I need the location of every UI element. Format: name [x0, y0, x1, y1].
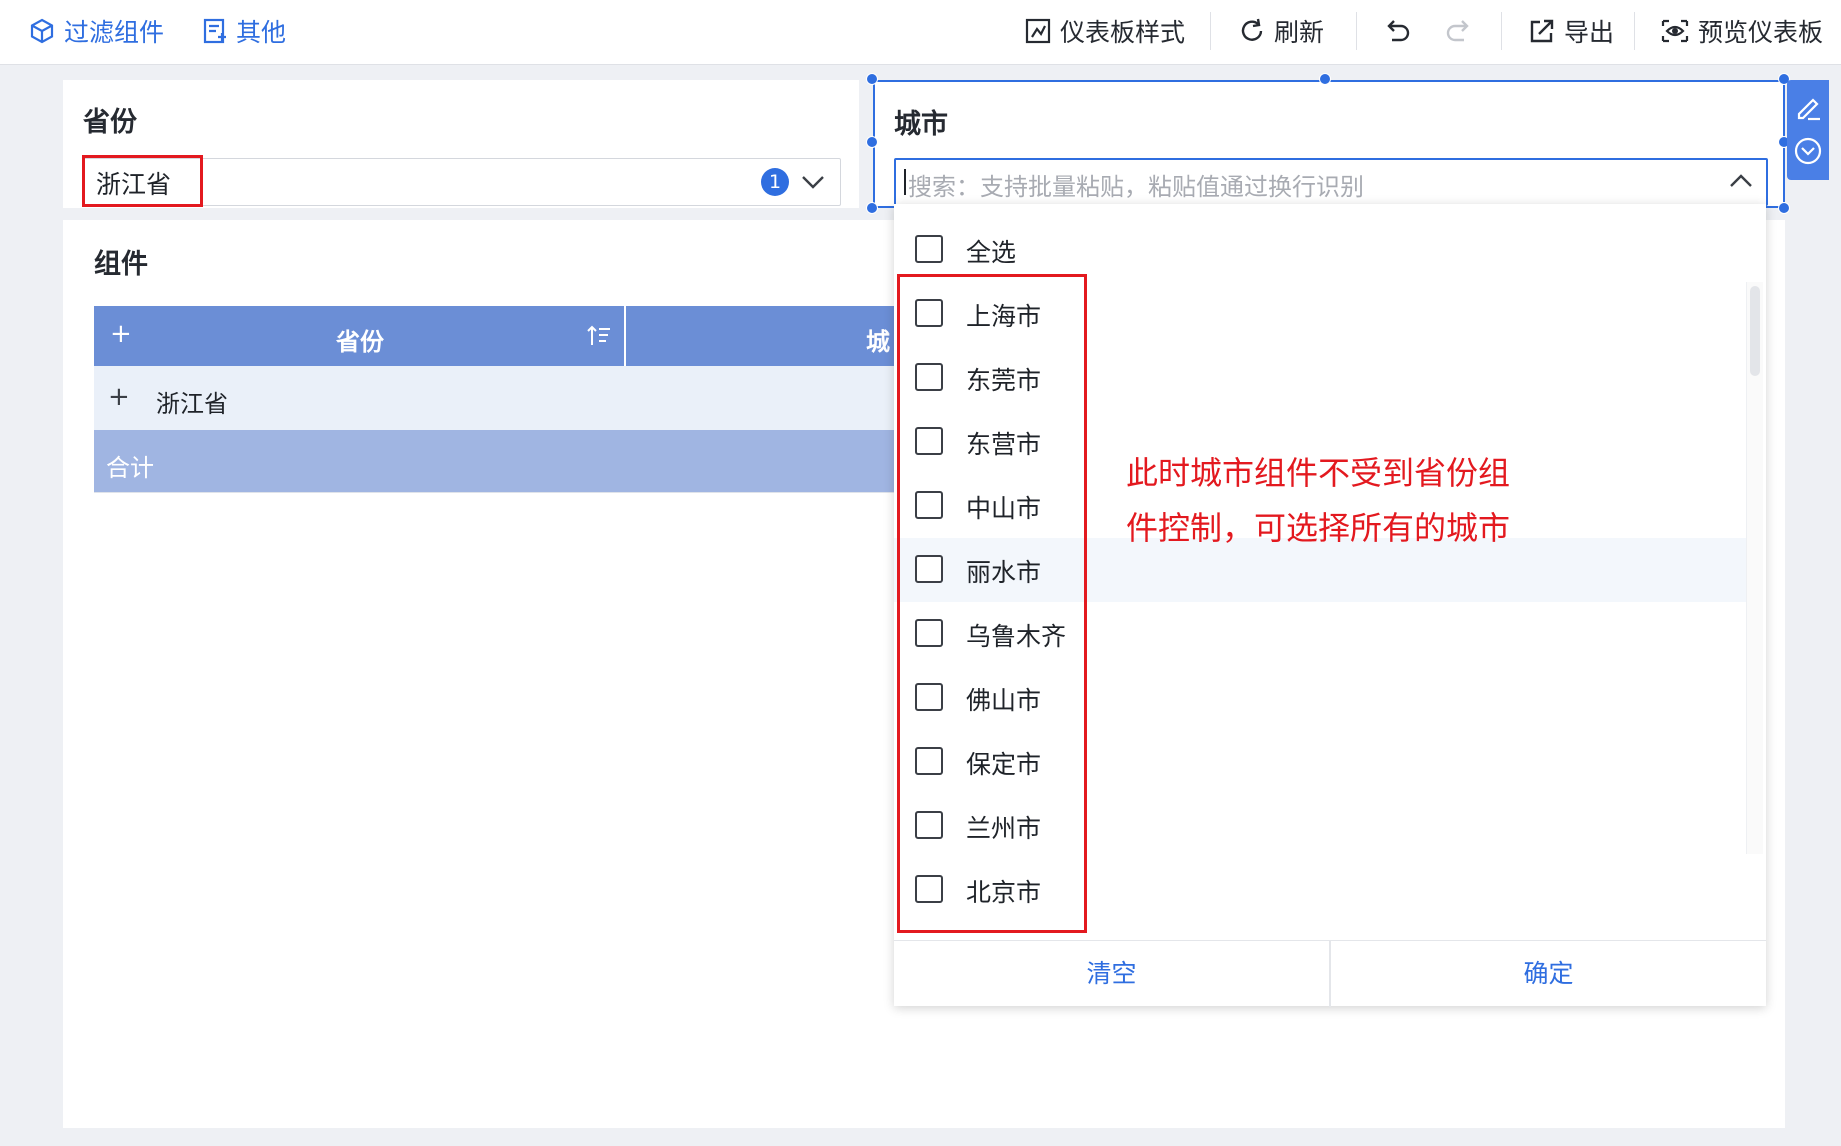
selected-count-badge: 1 [761, 168, 789, 196]
table-bottom-border [94, 492, 958, 493]
dashboard-style-label: 仪表板样式 [1060, 18, 1186, 47]
resize-handle[interactable] [866, 136, 878, 148]
highlight-box [897, 274, 1087, 933]
table-header-province[interactable]: + 省份 [94, 306, 624, 366]
edit-icon[interactable] [1793, 92, 1823, 122]
annotation-text: 此时城市组件不受到省份组 件控制，可选择所有的城市 [1126, 446, 1526, 556]
refresh-icon [1241, 18, 1263, 41]
style-icon [1025, 18, 1051, 44]
total-label: 合计 [106, 454, 154, 482]
resize-handle[interactable] [866, 73, 878, 85]
redo-button[interactable] [1444, 14, 1474, 48]
dropdown-scrollbar[interactable] [1746, 282, 1763, 854]
dashboard-style-button[interactable]: 仪表板样式 [1024, 14, 1185, 48]
resize-handle[interactable] [1319, 73, 1331, 85]
table-total-row: 合计 [94, 430, 958, 492]
export-label: 导出 [1564, 18, 1615, 47]
table-row[interactable]: + 浙江省 [94, 366, 958, 430]
city-search-input[interactable]: 搜索：支持批量粘贴，粘贴值通过换行识别 [894, 158, 1768, 206]
preview-dashboard-label: 预览仪表板 [1698, 18, 1824, 47]
filter-component-menu[interactable]: 过滤组件 [28, 14, 164, 48]
select-all-option[interactable]: 全选 [894, 218, 1746, 282]
table-header-row: + 省份 城 [94, 306, 958, 366]
clear-button[interactable]: 清空 [894, 941, 1329, 1007]
annotation-line: 此时城市组件不受到省份组 [1126, 454, 1511, 492]
undo-icon [1387, 20, 1410, 42]
toolbar-divider [1210, 12, 1211, 50]
refresh-button[interactable]: 刷新 [1238, 14, 1324, 48]
city-filter-panel[interactable]: 城市 搜索：支持批量粘贴，粘贴值通过换行识别 [873, 80, 1785, 208]
cube-icon [30, 18, 54, 44]
sort-icon[interactable] [586, 324, 612, 348]
toolbar-divider [1501, 12, 1502, 50]
resize-handle[interactable] [866, 202, 878, 214]
city-dropdown: 全选 上海市 东莞市 东营市 中山市 丽水市 乌鲁木齐 佛山市 保定市 兰州市 北京市 清空 确定 [894, 204, 1766, 1007]
redo-icon [1446, 20, 1469, 42]
highlight-box [82, 155, 203, 207]
document-add-icon [203, 18, 226, 44]
column-header-label: 城 [866, 328, 890, 356]
export-icon [1530, 19, 1554, 43]
other-label: 其他 [236, 18, 287, 47]
preview-dashboard-button[interactable]: 预览仪表板 [1660, 14, 1823, 48]
undo-button[interactable] [1382, 14, 1412, 48]
select-all-checkbox[interactable] [915, 235, 943, 263]
confirm-button[interactable]: 确定 [1331, 941, 1766, 1007]
resize-handle[interactable] [1778, 202, 1790, 214]
option-label: 全选 [966, 238, 1017, 267]
column-header-label: 省份 [336, 328, 384, 356]
add-dimension-button[interactable]: + [110, 319, 132, 349]
chevron-circle-down-icon[interactable] [1793, 136, 1823, 166]
expand-row-button[interactable]: + [108, 382, 130, 412]
province-filter-panel: 省份 浙江省 1 [63, 80, 859, 208]
annotation-line: 件控制，可选择所有的城市 [1126, 509, 1511, 547]
search-placeholder: 搜索：支持批量粘贴，粘贴值通过换行识别 [908, 173, 1364, 201]
other-menu[interactable]: 其他 [202, 14, 286, 48]
province-cell: 浙江省 [156, 390, 228, 418]
scrollbar-thumb[interactable] [1750, 286, 1760, 376]
chevron-down-icon[interactable] [800, 173, 826, 191]
city-filter-title: 城市 [894, 109, 948, 140]
province-filter-title: 省份 [83, 107, 137, 138]
component-side-toolbar [1787, 80, 1829, 180]
refresh-label: 刷新 [1274, 18, 1325, 47]
filter-component-label: 过滤组件 [64, 18, 165, 47]
top-toolbar: 过滤组件 其他 仪表板样式 刷新 导出 预览仪表板 [0, 0, 1841, 65]
text-cursor [904, 169, 906, 195]
export-button[interactable]: 导出 [1528, 14, 1614, 48]
dropdown-footer: 清空 确定 [894, 940, 1766, 1007]
toolbar-divider [1634, 12, 1635, 50]
toolbar-divider [1356, 12, 1357, 50]
chevron-up-icon[interactable] [1728, 172, 1754, 190]
eye-icon [1661, 19, 1689, 43]
component-title: 组件 [94, 249, 148, 280]
